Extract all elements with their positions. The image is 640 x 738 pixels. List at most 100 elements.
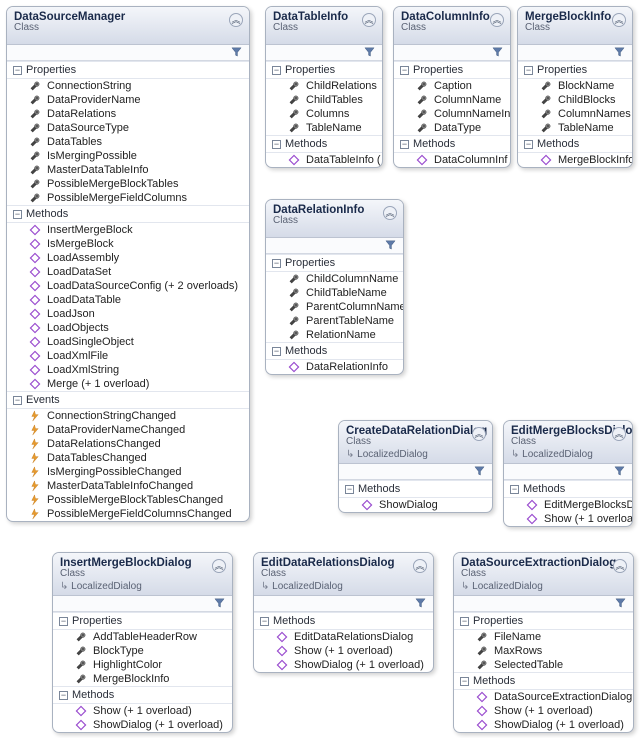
class-card-edrd[interactable]: EditDataRelationsDialogClassLocalizedDia… [253, 552, 434, 673]
member-item[interactable]: LoadObjects [7, 321, 249, 335]
member-item[interactable]: LoadDataSourceConfig (+ 2 overloads) [7, 279, 249, 293]
member-item[interactable]: BlockType [53, 644, 232, 658]
member-item[interactable]: ChildRelations [266, 79, 382, 93]
filter-row[interactable] [339, 464, 492, 480]
collapse-icon[interactable]: ︽ [212, 559, 226, 573]
collapse-icon[interactable]: ︽ [613, 559, 627, 573]
member-item[interactable]: ParentTableName [266, 314, 403, 328]
member-item[interactable]: ConnectionString [7, 79, 249, 93]
section-methods[interactable]: −Methods [504, 480, 632, 498]
collapse-icon[interactable]: ︽ [383, 206, 397, 220]
member-item[interactable]: DataProviderName [7, 93, 249, 107]
card-header[interactable]: EditMergeBlocksDialogClassLocalizedDialo… [504, 421, 632, 464]
member-item[interactable]: LoadSingleObject [7, 335, 249, 349]
member-item[interactable]: Caption [394, 79, 510, 93]
member-item[interactable]: DataType [394, 121, 510, 135]
member-item[interactable]: TableName [518, 121, 632, 135]
member-item[interactable]: LoadDataSet [7, 265, 249, 279]
section-properties[interactable]: −Properties [518, 61, 632, 79]
member-item[interactable]: MasterDataTableInfoChanged [7, 479, 249, 493]
class-card-embd[interactable]: EditMergeBlocksDialogClassLocalizedDialo… [503, 420, 633, 527]
card-header[interactable]: DataRelationInfoClass︽ [266, 200, 403, 238]
member-item[interactable]: LoadXmlFile [7, 349, 249, 363]
member-item[interactable]: HighlightColor [53, 658, 232, 672]
class-card-imbd[interactable]: InsertMergeBlockDialogClassLocalizedDial… [52, 552, 233, 733]
card-header[interactable]: MergeBlockInfoClass︽ [518, 7, 632, 45]
member-item[interactable]: ColumnNames [518, 107, 632, 121]
member-item[interactable]: MaxRows [454, 644, 633, 658]
section-methods[interactable]: −Methods [254, 612, 433, 630]
member-item[interactable]: TableName [266, 121, 382, 135]
section-methods[interactable]: −Methods [266, 342, 403, 360]
member-item[interactable]: Show (+ 1 overload) [504, 512, 632, 526]
class-card-dsed[interactable]: DataSourceExtractionDialogClassLocalized… [453, 552, 634, 733]
class-card-dri[interactable]: DataRelationInfoClass︽−PropertiesChildCo… [265, 199, 404, 375]
filter-row[interactable] [518, 45, 632, 61]
collapse-icon[interactable]: ︽ [413, 559, 427, 573]
section-properties[interactable]: −Properties [7, 61, 249, 79]
member-item[interactable]: FileName [454, 630, 633, 644]
member-item[interactable]: EditMergeBlocksDialog [504, 498, 632, 512]
section-methods[interactable]: −Methods [266, 135, 382, 153]
class-card-cdrd[interactable]: CreateDataRelationDialogClassLocalizedDi… [338, 420, 493, 513]
member-item[interactable]: InsertMergeBlock [7, 223, 249, 237]
member-item[interactable]: MasterDataTableInfo [7, 163, 249, 177]
member-item[interactable]: ShowDialog (+ 1 overload) [53, 718, 232, 732]
member-item[interactable]: ColumnNameInfo [394, 107, 510, 121]
member-item[interactable]: BlockName [518, 79, 632, 93]
card-header[interactable]: DataSourceManagerClass︽ [7, 7, 249, 45]
member-item[interactable]: AddTableHeaderRow [53, 630, 232, 644]
member-item[interactable]: LoadAssembly [7, 251, 249, 265]
member-item[interactable]: LoadDataTable [7, 293, 249, 307]
member-item[interactable]: Show (+ 1 overload) [53, 704, 232, 718]
member-item[interactable]: PossibleMergeFieldColumns [7, 191, 249, 205]
card-header[interactable]: EditDataRelationsDialogClassLocalizedDia… [254, 553, 433, 596]
card-header[interactable]: InsertMergeBlockDialogClassLocalizedDial… [53, 553, 232, 596]
member-item[interactable]: IsMergingPossibleChanged [7, 465, 249, 479]
member-item[interactable]: Show (+ 1 overload) [254, 644, 433, 658]
member-item[interactable]: ShowDialog (+ 1 overload) [254, 658, 433, 672]
section-methods[interactable]: −Methods [454, 672, 633, 690]
member-item[interactable]: DataRelations [7, 107, 249, 121]
filter-row[interactable] [254, 596, 433, 612]
section-methods[interactable]: −Methods [339, 480, 492, 498]
collapse-icon[interactable]: ︽ [229, 13, 243, 27]
member-item[interactable]: ColumnName [394, 93, 510, 107]
section-methods[interactable]: −Methods [518, 135, 632, 153]
filter-row[interactable] [266, 238, 403, 254]
member-item[interactable]: DataSourceExtractionDialog [454, 690, 633, 704]
member-item[interactable]: SelectedTable [454, 658, 633, 672]
member-item[interactable]: ShowDialog (+ 1 overload) [454, 718, 633, 732]
class-card-dti[interactable]: DataTableInfoClass︽−PropertiesChildRelat… [265, 6, 383, 168]
member-item[interactable]: ParentColumnName [266, 300, 403, 314]
member-item[interactable]: DataColumnInf ... [394, 153, 510, 167]
collapse-icon[interactable]: ︽ [362, 13, 376, 27]
member-item[interactable]: MergeBlockInfo [518, 153, 632, 167]
section-properties[interactable]: −Properties [394, 61, 510, 79]
section-events[interactable]: −Events [7, 391, 249, 409]
member-item[interactable]: IsMergingPossible [7, 149, 249, 163]
member-item[interactable]: DataRelationsChanged [7, 437, 249, 451]
member-item[interactable]: IsMergeBlock [7, 237, 249, 251]
member-item[interactable]: LoadXmlString [7, 363, 249, 377]
member-item[interactable]: ChildTableName [266, 286, 403, 300]
member-item[interactable]: DataRelationInfo [266, 360, 403, 374]
member-item[interactable]: RelationName [266, 328, 403, 342]
filter-row[interactable] [53, 596, 232, 612]
collapse-icon[interactable]: ︽ [612, 427, 626, 441]
section-methods[interactable]: −Methods [7, 205, 249, 223]
collapse-icon[interactable]: ︽ [472, 427, 486, 441]
section-methods[interactable]: −Methods [394, 135, 510, 153]
member-item[interactable]: LoadJson [7, 307, 249, 321]
member-item[interactable]: DataProviderNameChanged [7, 423, 249, 437]
member-item[interactable]: EditDataRelationsDialog [254, 630, 433, 644]
class-card-mbi[interactable]: MergeBlockInfoClass︽ −PropertiesBlockName… [517, 6, 633, 168]
member-item[interactable]: MergeBlockInfo [53, 672, 232, 686]
filter-row[interactable] [504, 464, 632, 480]
member-item[interactable]: Merge (+ 1 overload) [7, 377, 249, 391]
section-properties[interactable]: −Properties [266, 254, 403, 272]
member-item[interactable]: ConnectionStringChanged [7, 409, 249, 423]
card-header[interactable]: DataTableInfoClass︽ [266, 7, 382, 45]
member-item[interactable]: DataTablesChanged [7, 451, 249, 465]
class-card-dsm[interactable]: DataSourceManagerClass︽−PropertiesConnec… [6, 6, 250, 522]
